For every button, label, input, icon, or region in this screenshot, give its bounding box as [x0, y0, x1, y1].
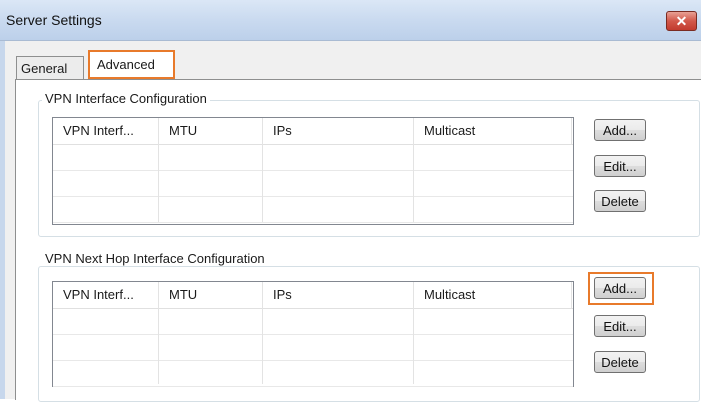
server-settings-dialog: Server Settings ✕ General VPN Interface …	[0, 0, 701, 402]
column-header-mtu[interactable]: MTU	[159, 118, 263, 144]
column-header-multicast[interactable]: Multicast	[414, 118, 572, 144]
column-header-vpn-interface[interactable]: VPN Interf...	[53, 282, 159, 308]
delete-interface-button[interactable]: Delete	[594, 190, 646, 212]
list-row[interactable]	[53, 196, 573, 223]
delete-next-hop-button[interactable]: Delete	[594, 351, 646, 373]
window-left-border	[0, 41, 5, 399]
edit-interface-button[interactable]: Edit...	[594, 155, 646, 177]
tab-advanced-label: Advanced	[97, 57, 155, 72]
tab-general-label: General	[21, 61, 68, 76]
add-next-hop-button[interactable]: Add...	[594, 277, 646, 299]
list-row[interactable]	[53, 144, 573, 171]
vpn-next-hop-group-label: VPN Next Hop Interface Configuration	[42, 251, 268, 266]
vpn-interface-group-label: VPN Interface Configuration	[42, 91, 210, 106]
list-row[interactable]	[53, 308, 573, 335]
column-header-ips[interactable]: IPs	[263, 282, 414, 308]
column-header-mtu[interactable]: MTU	[159, 282, 263, 308]
close-button[interactable]: ✕	[666, 11, 697, 31]
add-interface-button[interactable]: Add...	[594, 119, 646, 141]
vpn-interface-list-header: VPN Interf... MTU IPs Multicast	[53, 118, 573, 145]
column-header-ips[interactable]: IPs	[263, 118, 414, 144]
title-bar: Server Settings ✕	[0, 0, 701, 41]
vpn-next-hop-list-header: VPN Interf... MTU IPs Multicast	[53, 282, 573, 309]
column-header-multicast[interactable]: Multicast	[414, 282, 572, 308]
column-header-vpn-interface[interactable]: VPN Interf...	[53, 118, 159, 144]
vpn-next-hop-list[interactable]: VPN Interf... MTU IPs Multicast	[52, 281, 574, 387]
column-divider	[158, 144, 159, 222]
column-divider	[262, 308, 263, 384]
list-row[interactable]	[53, 170, 573, 197]
edit-next-hop-button[interactable]: Edit...	[594, 315, 646, 337]
list-row[interactable]	[53, 360, 573, 387]
tab-panel-advanced: VPN Interface Configuration VPN Interf..…	[15, 79, 701, 402]
close-icon: ✕	[675, 13, 688, 29]
tab-general[interactable]: General	[16, 56, 84, 79]
window-title: Server Settings	[6, 12, 102, 28]
column-divider	[262, 144, 263, 222]
tab-advanced[interactable]: Advanced	[88, 50, 175, 79]
list-row[interactable]	[53, 334, 573, 361]
column-divider	[413, 144, 414, 222]
column-divider	[158, 308, 159, 384]
vpn-interface-list[interactable]: VPN Interf... MTU IPs Multicast	[52, 117, 574, 225]
column-divider	[413, 308, 414, 384]
